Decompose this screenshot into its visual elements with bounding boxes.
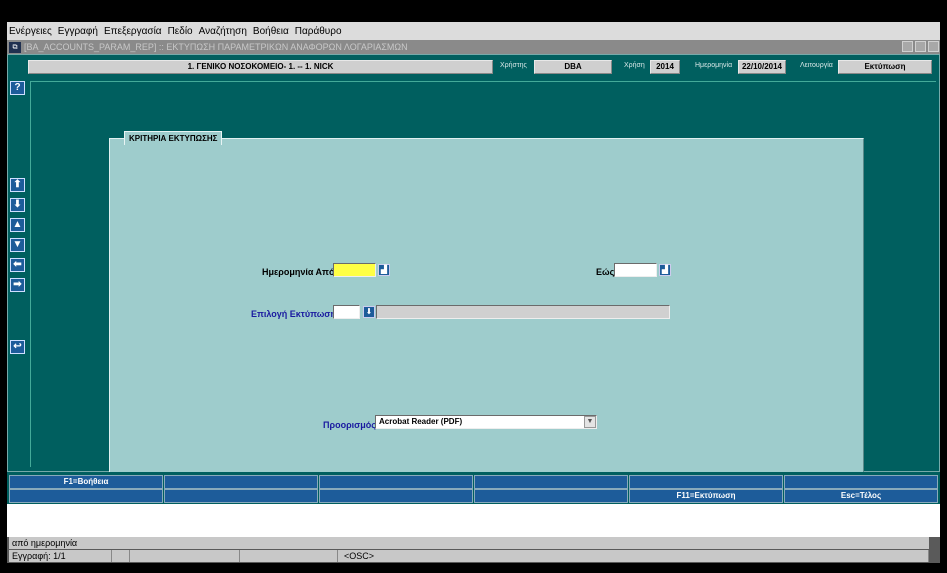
- menu-window[interactable]: Παράθυρο: [295, 26, 342, 37]
- status-cell: [240, 550, 338, 562]
- fkey-slot[interactable]: [164, 489, 318, 503]
- menu-actions[interactable]: Ενέργειες: [9, 26, 52, 37]
- fkey-slot[interactable]: [474, 475, 628, 489]
- year-label: Χρήση: [624, 62, 645, 69]
- menu-field[interactable]: Πεδίο: [168, 26, 193, 37]
- fkey-slot[interactable]: [474, 489, 628, 503]
- panel-title: ΚΡΙΤΗΡΙΑ ΕΚΤΥΠΩΣΗΣ: [124, 131, 223, 145]
- user-field: DBA: [534, 60, 612, 74]
- date-to-label: Εώς: [596, 267, 615, 277]
- calendar-icon: ▟: [380, 265, 388, 274]
- menu-edit[interactable]: Επεξεργασία: [104, 26, 162, 37]
- close-button[interactable]: [928, 41, 939, 52]
- arrow-down-bold-icon: ⬇: [13, 199, 22, 210]
- calendar-icon: ▟: [661, 265, 669, 274]
- f1-help-button[interactable]: F1=Βοήθεια: [9, 475, 163, 489]
- content-area: ΚΡΙΤΗΡΙΑ ΕΚΤΥΠΩΣΗΣ Ημερομηνία Από ▟ Εώς …: [30, 81, 936, 473]
- chevron-down-icon[interactable]: ▼: [584, 416, 596, 428]
- function-label: Λειτουργία: [800, 62, 833, 69]
- first-record-button[interactable]: ⬆: [10, 178, 25, 192]
- help-button[interactable]: ?: [10, 81, 25, 95]
- status-cell: [112, 550, 130, 562]
- window-title-bar: ⧉ [BA_ACCOUNTS_PARAM_REP] :: ΕΚΤΥΠΩΣΗ ΠΑ…: [7, 40, 940, 54]
- arrow-left-icon: ⬅: [13, 259, 22, 270]
- triangle-up-icon: ▲: [12, 219, 23, 230]
- fkey-slot[interactable]: [319, 475, 473, 489]
- fkey-slot[interactable]: [319, 489, 473, 503]
- menu-bar: Ενέργειες Εγγραφή Επεξεργασία Πεδίο Αναζ…: [7, 22, 940, 40]
- triangle-down-icon: ▼: [12, 239, 23, 250]
- print-criteria-panel: ΚΡΙΤΗΡΙΑ ΕΚΤΥΠΩΣΗΣ Ημερομηνία Από ▟ Εώς …: [109, 131, 864, 473]
- user-label: Χρήστης: [500, 62, 527, 69]
- info-bar: 1. ΓΕΝΙΚΟ ΝΟΣΟΚΟΜΕΙΟ- 1. -- 1. NICK Χρήσ…: [28, 60, 933, 75]
- maximize-button[interactable]: [915, 41, 926, 52]
- fkey-slot[interactable]: [9, 489, 163, 503]
- record-indicator: Εγγραφή: 1/1: [9, 550, 112, 562]
- date-label: Ημερομηνία: [695, 62, 733, 69]
- navigation-toolbar: ? ⬆ ⬇ ▲ ▼ ⬅ ➡ ↩: [8, 81, 30, 466]
- next-record-button[interactable]: ▼: [10, 238, 25, 252]
- status-cell: [130, 550, 240, 562]
- fkey-slot[interactable]: [164, 475, 318, 489]
- organization-field: 1. ΓΕΝΙΚΟ ΝΟΣΟΚΟΜΕΙΟ- 1. -- 1. NICK: [28, 60, 493, 74]
- date-from-input[interactable]: [333, 263, 376, 277]
- destination-select[interactable]: Acrobat Reader (PDF): [375, 415, 597, 429]
- form-window: 1. ΓΕΝΙΚΟ ΝΟΣΟΚΟΜΕΙΟ- 1. -- 1. NICK Χρήσ…: [7, 54, 940, 473]
- menu-record[interactable]: Εγγραφή: [58, 26, 98, 37]
- year-field: 2014: [650, 60, 680, 74]
- minimize-button[interactable]: [902, 41, 913, 52]
- next-block-button[interactable]: ➡: [10, 278, 25, 292]
- function-key-bar: F1=Βοήθεια F11=Εκτύπωση Esc=Τέλος: [7, 472, 940, 504]
- destination-label: Προορισμός: [323, 420, 376, 430]
- exit-button[interactable]: ↩: [10, 340, 25, 354]
- print-choice-code-input[interactable]: [333, 305, 360, 319]
- date-from-calendar-button[interactable]: ▟: [378, 264, 390, 276]
- print-choice-label: Επιλογή Εκτύπωσης: [251, 309, 341, 319]
- status-bar: από ημερομηνία Εγγραφή: 1/1 <OSC>: [7, 537, 940, 563]
- esc-exit-button[interactable]: Esc=Τέλος: [784, 489, 938, 503]
- previous-block-button[interactable]: ⬅: [10, 258, 25, 272]
- return-icon: ↩: [13, 341, 22, 352]
- date-from-label: Ημερομηνία Από: [262, 267, 335, 277]
- fkey-slot[interactable]: [629, 475, 783, 489]
- status-message: από ημερομηνία: [9, 537, 929, 549]
- f11-print-button[interactable]: F11=Εκτύπωση: [629, 489, 783, 503]
- menu-help[interactable]: Βοήθεια: [253, 26, 289, 37]
- arrow-right-icon: ➡: [13, 279, 22, 290]
- window-title: [BA_ACCOUNTS_PARAM_REP] :: ΕΚΤΥΠΩΣΗ ΠΑΡΑ…: [24, 42, 408, 52]
- application-window: Ενέργειες Εγγραφή Επεξεργασία Πεδίο Αναζ…: [7, 22, 940, 537]
- date-to-calendar-button[interactable]: ▟: [659, 264, 671, 276]
- status-row: Εγγραφή: 1/1 <OSC>: [9, 550, 929, 562]
- menu-search[interactable]: Αναζήτηση: [199, 26, 247, 37]
- date-to-input[interactable]: [614, 263, 657, 277]
- fkey-slot[interactable]: [784, 475, 938, 489]
- last-record-button[interactable]: ⬇: [10, 198, 25, 212]
- print-choice-description: [376, 305, 670, 319]
- background-area: [7, 504, 940, 537]
- arrow-up-bold-icon: ⬆: [13, 179, 22, 190]
- arrow-down-icon: ⬇: [365, 307, 373, 316]
- print-choice-list-button[interactable]: ⬇: [363, 306, 375, 318]
- date-field: 22/10/2014: [738, 60, 786, 74]
- app-icon: ⧉: [9, 41, 21, 53]
- previous-record-button[interactable]: ▲: [10, 218, 25, 232]
- mode-indicator: <OSC>: [338, 550, 929, 562]
- function-field: Εκτύπωση: [838, 60, 932, 74]
